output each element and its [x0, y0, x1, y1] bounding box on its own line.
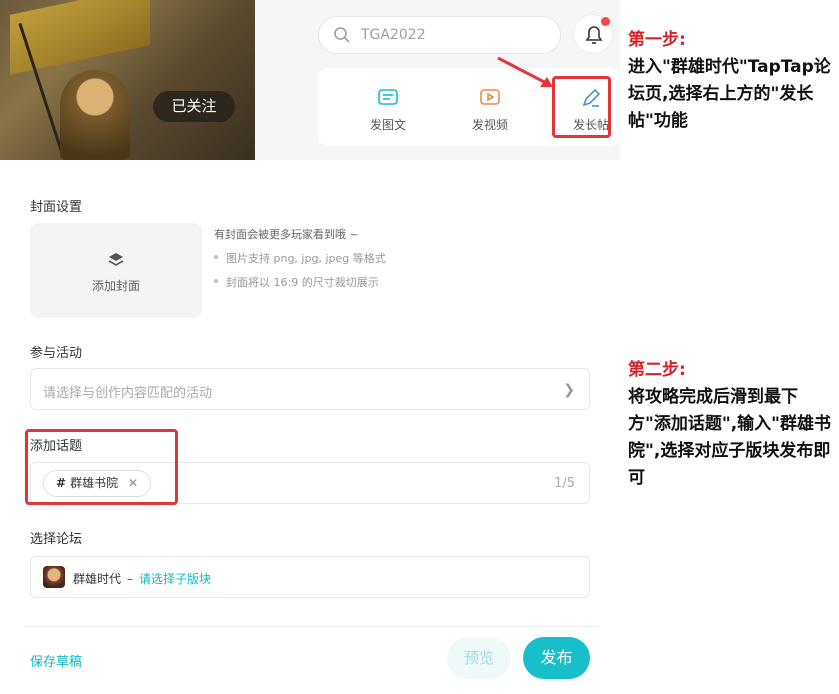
- layers-icon: [108, 253, 124, 266]
- search-text: TGA2022: [361, 27, 426, 43]
- publish-button[interactable]: 发布: [523, 637, 590, 679]
- post-image-button[interactable]: 发图文: [358, 86, 418, 133]
- notification-dot: [601, 17, 610, 26]
- cover-tips: 有封面会被更多玩家看到哦 ~ 图片支持 png, jpg, jpeg 等格式 封…: [214, 226, 386, 290]
- search-input[interactable]: TGA2022: [318, 16, 561, 54]
- cover-hint: 有封面会被更多玩家看到哦 ~: [214, 228, 359, 241]
- preview-button[interactable]: 预览: [447, 637, 511, 679]
- step1-title: 第一步:: [628, 30, 686, 50]
- cover-label: 封面设置: [30, 200, 83, 215]
- activity-select[interactable]: 请选择与创作内容匹配的活动 ❯: [30, 368, 590, 410]
- save-draft-button[interactable]: 保存草稿: [30, 651, 82, 670]
- divider: [24, 626, 599, 627]
- forum-banner-image: 已关注: [0, 0, 255, 160]
- activity-placeholder: 请选择与创作内容匹配的活动: [43, 386, 213, 401]
- image-post-icon: [378, 89, 398, 105]
- cover-tip: 图片支持 png, jpg, jpeg 等格式: [214, 250, 386, 266]
- highlight-box-topic: [25, 429, 178, 505]
- subforum-select-link[interactable]: 请选择子版块: [139, 572, 211, 586]
- add-cover-button[interactable]: 添加封面: [30, 223, 202, 318]
- add-cover-label: 添加封面: [91, 279, 140, 293]
- notification-button[interactable]: [573, 14, 613, 54]
- banner-figure: [60, 70, 130, 160]
- activity-label: 参与活动: [30, 346, 83, 361]
- search-icon: [334, 27, 350, 43]
- cover-tip: 封面将以 16:9 的尺寸裁切展示: [214, 274, 386, 290]
- topic-count: 1/5: [554, 476, 575, 491]
- chevron-right-icon: ❯: [563, 382, 575, 398]
- post-video-label: 发视频: [471, 118, 508, 132]
- annotation-step1: 第一步: 进入"群雄时代"TapTap论坛页,选择右上方的"发长帖"功能: [628, 27, 838, 135]
- step2-title: 第二步:: [628, 360, 686, 380]
- annotation-step2: 第二步: 将攻略完成后滑到最下方"添加话题",输入"群雄书院",选择对应子版块发…: [628, 357, 838, 492]
- forum-name-row: 群雄时代 – 请选择子版块: [73, 570, 211, 587]
- forum-avatar: [43, 566, 65, 588]
- forum-select[interactable]: 群雄时代 – 请选择子版块: [30, 556, 590, 598]
- arrow-icon: [497, 56, 553, 87]
- forum-sep: –: [127, 572, 134, 586]
- forum-label: 选择论坛: [30, 532, 83, 547]
- step2-text: 将攻略完成后滑到最下方"添加话题",输入"群雄书院",选择对应子版块发布即可: [628, 387, 832, 488]
- post-image-label: 发图文: [369, 118, 406, 132]
- forum-name: 群雄时代: [73, 572, 122, 586]
- follow-button[interactable]: 已关注: [153, 91, 235, 122]
- step1-text: 进入"群雄时代"TapTap论坛页,选择右上方的"发长帖"功能: [628, 57, 831, 131]
